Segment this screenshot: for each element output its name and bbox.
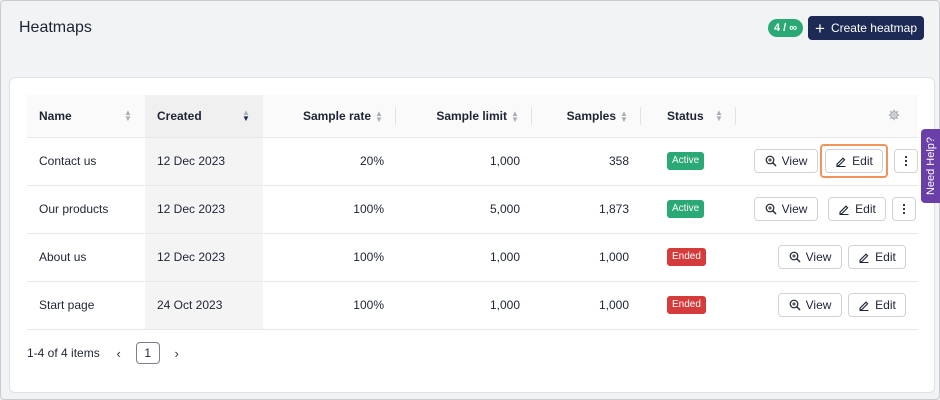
page-number-button[interactable]: 1 xyxy=(135,342,160,364)
pencil-icon xyxy=(858,251,870,263)
cell-samples: 1,000 xyxy=(532,281,641,330)
view-button[interactable]: View xyxy=(778,245,842,269)
more-vertical-icon xyxy=(902,203,906,215)
more-options-button[interactable] xyxy=(892,197,916,221)
sort-icon[interactable]: ▲ ▼ xyxy=(510,109,520,123)
cell-actions: View Edit xyxy=(736,233,918,282)
need-help-label: Need Help? xyxy=(925,136,937,196)
pencil-icon xyxy=(858,299,870,311)
status-badge: Ended xyxy=(667,296,706,314)
more-options-button[interactable] xyxy=(894,149,918,173)
plus-icon: + xyxy=(815,18,825,38)
edit-button[interactable]: Edit xyxy=(848,293,906,317)
column-header-created[interactable]: Created ▲ ▼ xyxy=(145,95,263,138)
sort-desc-icon[interactable]: ▲ ▼ xyxy=(241,109,251,123)
cell-sample-limit: 1,000 xyxy=(396,281,532,330)
cell-name: Our products xyxy=(27,185,145,234)
create-heatmap-label: Create heatmap xyxy=(830,21,917,35)
edit-button[interactable]: Edit xyxy=(848,245,906,269)
column-header-samples[interactable]: Samples ▲ ▼ xyxy=(532,95,641,138)
edit-highlight: Edit xyxy=(820,144,888,178)
pencil-icon xyxy=(838,203,850,215)
cell-sample-rate: 100% xyxy=(263,233,396,282)
cell-status: Active xyxy=(641,137,736,186)
cell-sample-limit: 5,000 xyxy=(396,185,532,234)
page-title: Heatmaps xyxy=(19,19,92,36)
table-row: Start page 24 Oct 2023 100% 1,000 1,000 … xyxy=(27,281,918,330)
zoom-in-icon xyxy=(765,203,777,215)
cell-samples: 358 xyxy=(532,137,641,186)
pencil-icon xyxy=(835,155,847,167)
cell-samples: 1,873 xyxy=(532,185,641,234)
chevron-left-icon: ‹ xyxy=(116,345,121,361)
cell-samples: 1,000 xyxy=(532,233,641,282)
table-header-row: Name ▲ ▼ Created ▲ ▼ Sample rate ▲ ▼ Sample … xyxy=(27,95,918,138)
table-row: Contact us 12 Dec 2023 20% 1,000 358 Act… xyxy=(27,137,918,186)
cell-status: Active xyxy=(641,185,736,234)
view-button[interactable]: View xyxy=(754,197,818,221)
cell-sample-limit: 1,000 xyxy=(396,137,532,186)
sort-icon[interactable]: ▲ ▼ xyxy=(123,109,133,123)
cell-created: 12 Dec 2023 xyxy=(145,137,263,186)
settings-gear-icon[interactable] xyxy=(888,109,900,121)
status-badge: Ended xyxy=(667,248,706,266)
view-button[interactable]: View xyxy=(778,293,842,317)
cell-actions: View Edit xyxy=(736,281,918,330)
status-badge: Active xyxy=(667,152,705,170)
chevron-right-icon: › xyxy=(174,345,179,361)
column-header-sample-rate[interactable]: Sample rate ▲ ▼ xyxy=(263,95,396,138)
sort-icon[interactable]: ▲ ▼ xyxy=(374,109,384,123)
more-vertical-icon xyxy=(904,155,908,167)
column-header-sample-limit[interactable]: Sample limit ▲ ▼ xyxy=(396,95,532,138)
zoom-in-icon xyxy=(765,155,777,167)
column-header-actions xyxy=(736,95,918,138)
cell-sample-limit: 1,000 xyxy=(396,233,532,282)
cell-created: 12 Dec 2023 xyxy=(145,185,263,234)
status-badge: Active xyxy=(667,200,705,218)
heatmaps-table: Name ▲ ▼ Created ▲ ▼ Sample rate ▲ ▼ Sample … xyxy=(27,95,918,330)
table-row: Our products 12 Dec 2023 100% 5,000 1,87… xyxy=(27,185,918,234)
quota-badge: 4 / ∞ xyxy=(768,19,804,37)
cell-created: 12 Dec 2023 xyxy=(145,233,263,282)
pagination-summary: 1-4 of 4 items xyxy=(27,346,100,360)
cell-sample-rate: 20% xyxy=(263,137,396,186)
zoom-in-icon xyxy=(789,299,801,311)
need-help-tab[interactable]: Need Help? xyxy=(921,129,940,203)
sort-icon[interactable]: ▲ ▼ xyxy=(714,109,724,123)
cell-sample-rate: 100% xyxy=(263,281,396,330)
cell-actions: View Edit xyxy=(736,185,918,234)
column-header-status[interactable]: Status ▲ ▼ xyxy=(641,95,736,138)
cell-actions: View Edit xyxy=(736,137,918,186)
view-button[interactable]: View xyxy=(754,149,818,173)
column-header-name[interactable]: Name ▲ ▼ xyxy=(27,95,145,138)
zoom-in-icon xyxy=(789,251,801,263)
cell-sample-rate: 100% xyxy=(263,185,396,234)
next-page-button[interactable]: › xyxy=(166,346,188,361)
cell-name: About us xyxy=(27,233,145,282)
cell-name: Start page xyxy=(27,281,145,330)
edit-button[interactable]: Edit xyxy=(825,149,883,173)
prev-page-button[interactable]: ‹ xyxy=(108,346,130,361)
edit-button[interactable]: Edit xyxy=(828,197,886,221)
create-heatmap-button[interactable]: + Create heatmap xyxy=(808,16,924,40)
cell-created: 24 Oct 2023 xyxy=(145,281,263,330)
app-frame: Heatmaps 4 / ∞ + Create heatmap Name ▲ ▼ … xyxy=(0,0,940,400)
cell-status: Ended xyxy=(641,233,736,282)
cell-name: Contact us xyxy=(27,137,145,186)
sort-icon[interactable]: ▲ ▼ xyxy=(619,109,629,123)
pagination: 1-4 of 4 items ‹ 1 › xyxy=(27,342,188,364)
cell-status: Ended xyxy=(641,281,736,330)
table-row: About us 12 Dec 2023 100% 1,000 1,000 En… xyxy=(27,233,918,282)
